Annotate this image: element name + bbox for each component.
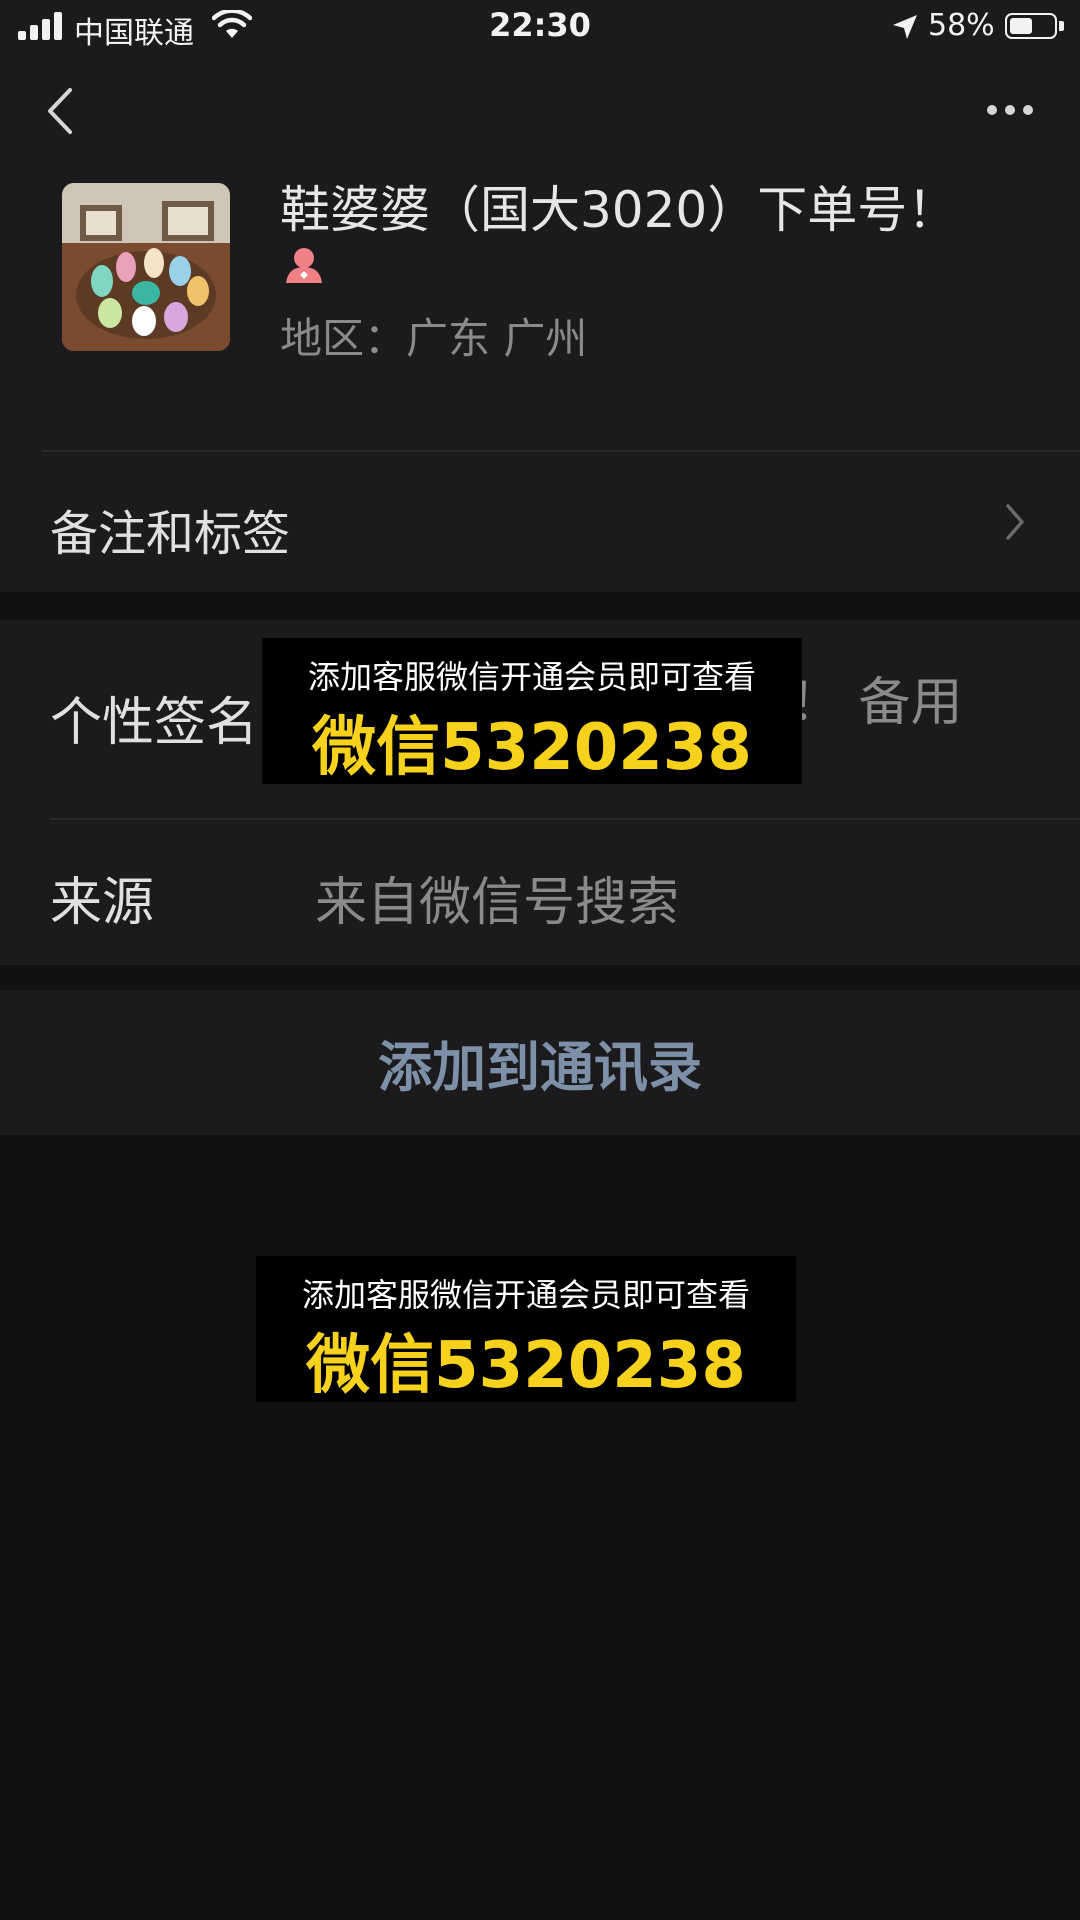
promo-wechat-id: 微信5320238 <box>306 1329 746 1403</box>
promo-overlay: 添加客服微信开通会员即可查看 微信5320238 <box>256 1256 796 1403</box>
contact-profile-screen: 中国联通 22:30 58% 鞋婆婆（国大3020）下单号！ 地区：广东 广州 … <box>0 0 1080 1920</box>
back-button[interactable] <box>40 86 80 136</box>
profile-region: 地区：广东 广州 <box>280 314 588 363</box>
female-icon <box>286 248 322 283</box>
battery-level-fill <box>1010 18 1032 34</box>
promo-wechat-id: 微信5320238 <box>312 711 752 785</box>
add-to-contacts-label: 添加到通讯录 <box>378 1036 702 1099</box>
location-arrow-icon <box>893 15 917 39</box>
promo-text: 添加客服微信开通会员即可查看 <box>307 658 756 696</box>
more-dot <box>987 105 997 115</box>
remarks-and-tags-row[interactable]: 备注和标签 <box>0 452 1080 592</box>
more-button[interactable] <box>980 96 1040 124</box>
promo-text: 添加客服微信开通会员即可查看 <box>301 1276 750 1314</box>
source-label: 来源 <box>50 873 155 933</box>
profile-name: 鞋婆婆（国大3020）下单号！ <box>280 181 958 239</box>
chevron-right-icon <box>1006 504 1024 540</box>
source-row: 来源 来自微信号搜索 <box>0 820 1080 965</box>
battery-tip <box>1059 21 1064 31</box>
more-dot <box>1023 105 1033 115</box>
add-to-contacts-button[interactable]: 添加到通讯录 <box>0 990 1080 1135</box>
battery-percent: 58% <box>928 8 995 43</box>
avatar[interactable] <box>62 183 230 351</box>
promo-overlay: 添加客服微信开通会员即可查看 微信5320238 <box>262 638 802 785</box>
battery-icon <box>1005 13 1057 39</box>
status-bar: 中国联通 22:30 58% <box>0 0 1080 56</box>
avatar-image <box>62 183 230 351</box>
signature-value: ！ 备用 <box>790 673 963 733</box>
more-dot <box>1005 105 1015 115</box>
signature-label: 个性签名 <box>50 693 259 753</box>
source-value: 来自微信号搜索 <box>315 873 680 933</box>
remarks-label: 备注和标签 <box>50 506 291 562</box>
